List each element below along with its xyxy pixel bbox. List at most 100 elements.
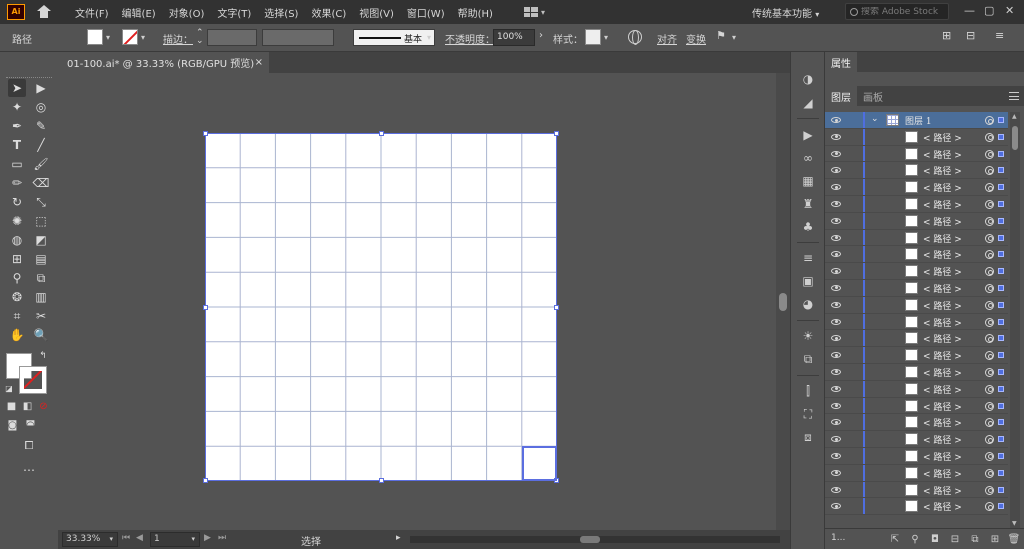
- mesh-tool-icon[interactable]: ⊞: [8, 250, 26, 268]
- resize-handle-n[interactable]: [379, 131, 384, 136]
- stroke-weight-stepper[interactable]: ⌃ ⌄: [196, 29, 204, 46]
- line-tool-icon[interactable]: ╱: [32, 136, 50, 154]
- visibility-eye-icon[interactable]: [831, 167, 841, 174]
- sublayer-name[interactable]: < 路径 >: [923, 366, 962, 379]
- sublayer-name[interactable]: < 路径 >: [923, 316, 962, 329]
- selection-indicator[interactable]: [998, 217, 1004, 224]
- horizontal-scrollbar[interactable]: [410, 536, 780, 543]
- selection-indicator[interactable]: [998, 452, 1004, 459]
- target-icon[interactable]: [985, 199, 994, 209]
- align-link[interactable]: 对齐: [657, 31, 677, 46]
- scroll-up-icon[interactable]: ▲: [1012, 113, 1017, 120]
- zoom-tool-icon[interactable]: 🔍: [32, 326, 50, 344]
- target-icon[interactable]: [985, 317, 994, 327]
- tab-layers[interactable]: 图层: [825, 86, 857, 106]
- page-field[interactable]: 1 ▾: [150, 532, 200, 547]
- sublayer-row[interactable]: < 路径 >: [825, 212, 1008, 230]
- none-mode-icon[interactable]: ⊘: [37, 400, 50, 413]
- scroll-down-icon[interactable]: ▼: [1012, 520, 1017, 527]
- opacity-label[interactable]: 不透明度：: [445, 31, 495, 46]
- sublayer-row[interactable]: < 路径 >: [825, 145, 1008, 163]
- layer-scrollbar[interactable]: ▲ ▼: [1010, 112, 1020, 528]
- visibility-eye-icon[interactable]: [831, 318, 841, 325]
- visibility-eye-icon[interactable]: [831, 352, 841, 359]
- graphic-styles-icon[interactable]: ⧉: [801, 352, 815, 366]
- menu-icon[interactable]: ≡: [995, 29, 1004, 42]
- sublayer-name[interactable]: < 路径 >: [923, 248, 962, 261]
- target-icon[interactable]: [985, 183, 994, 193]
- export-icon[interactable]: ⇱: [889, 533, 901, 545]
- target-icon[interactable]: [985, 351, 994, 361]
- sublayer-name[interactable]: < 路径 >: [923, 484, 962, 497]
- perspective-grid-tool-icon[interactable]: ◩: [32, 231, 50, 249]
- target-icon[interactable]: [985, 149, 994, 159]
- paintbrush-tool-icon[interactable]: 🖌: [32, 155, 50, 173]
- target-icon[interactable]: [985, 216, 994, 226]
- sublayer-row[interactable]: < 路径 >: [825, 481, 1008, 499]
- sublayer-name[interactable]: < 路径 >: [923, 467, 962, 480]
- sublayer-name[interactable]: < 路径 >: [923, 299, 962, 312]
- target-icon[interactable]: [985, 334, 994, 344]
- lasso-tool-icon[interactable]: ◎: [32, 98, 50, 116]
- zoom-field[interactable]: 33.33% ▾: [62, 532, 118, 547]
- direct-selection-tool-icon[interactable]: ▶: [32, 79, 50, 97]
- screen-mode-icon[interactable]: ⧠: [20, 439, 38, 453]
- target-icon[interactable]: [985, 468, 994, 478]
- sublayer-row[interactable]: < 路径 >: [825, 263, 1008, 280]
- image-trace-icon[interactable]: ▦: [801, 174, 815, 188]
- chevron-down-icon[interactable]: ⌄: [871, 114, 879, 124]
- close-tab-button[interactable]: ×: [255, 57, 263, 68]
- sublayer-name[interactable]: < 路径 >: [923, 433, 962, 446]
- chevron-down-icon[interactable]: ▾: [604, 33, 608, 42]
- first-page-icon[interactable]: ⏮: [122, 533, 130, 543]
- sublayer-row[interactable]: < 路径 >: [825, 296, 1008, 314]
- sublayer-row[interactable]: < 路径 >: [825, 414, 1008, 432]
- sublayer-row[interactable]: < 路径 >: [825, 128, 1008, 146]
- visibility-eye-icon[interactable]: [831, 436, 841, 443]
- selection-indicator[interactable]: [998, 352, 1004, 359]
- sublayer-name[interactable]: < 路径 >: [923, 164, 962, 177]
- selection-indicator[interactable]: [998, 368, 1004, 375]
- menu-item[interactable]: 对象(O): [169, 5, 205, 20]
- selection-indicator[interactable]: [998, 133, 1004, 140]
- sublayer-row[interactable]: < 路径 >: [825, 347, 1008, 364]
- resize-handle-s[interactable]: [379, 478, 384, 483]
- brush-definition[interactable]: 基本: [353, 29, 435, 46]
- sublayer-name[interactable]: < 路径 >: [923, 215, 962, 228]
- next-page-icon[interactable]: ▶: [204, 533, 211, 543]
- chevron-right-icon[interactable]: ›: [539, 30, 543, 41]
- target-icon[interactable]: [985, 451, 994, 461]
- visibility-eye-icon[interactable]: [831, 469, 841, 476]
- sublayer-row[interactable]: < 路径 >: [825, 162, 1008, 180]
- target-icon[interactable]: [985, 283, 994, 293]
- visibility-eye-icon[interactable]: [831, 368, 841, 375]
- free-transform-tool-icon[interactable]: ⬚: [32, 212, 50, 230]
- column-graph-tool-icon[interactable]: ▥: [32, 288, 50, 306]
- sublayer-row[interactable]: < 路径 >: [825, 279, 1008, 297]
- chevron-down-icon[interactable]: ▾: [541, 8, 545, 17]
- visibility-eye-icon[interactable]: [831, 234, 841, 241]
- menu-item[interactable]: 效果(C): [311, 5, 346, 20]
- new-sublayer-icon[interactable]: ⧉: [969, 533, 981, 545]
- warp-tool-icon[interactable]: ✺: [8, 212, 26, 230]
- layer-name[interactable]: 图层 1: [905, 114, 932, 127]
- scroll-thumb[interactable]: [779, 293, 787, 311]
- menu-item[interactable]: 视图(V): [359, 5, 394, 20]
- sublayer-row[interactable]: < 路径 >: [825, 498, 1008, 516]
- sublayer-name[interactable]: < 路径 >: [923, 181, 962, 194]
- target-icon[interactable]: [985, 401, 994, 411]
- align-panel-icon[interactable]: ⫿: [801, 384, 815, 398]
- selection-indicator[interactable]: [998, 402, 1004, 409]
- sublayer-name[interactable]: < 路径 >: [923, 332, 962, 345]
- sublayer-name[interactable]: < 路径 >: [923, 282, 962, 295]
- eyedropper-tool-icon[interactable]: ⚲: [8, 269, 26, 287]
- sublayer-row[interactable]: < 路径 >: [825, 380, 1008, 398]
- minimize-button[interactable]: —: [964, 4, 975, 17]
- selection-indicator[interactable]: [998, 486, 1004, 493]
- prev-page-icon[interactable]: ◀: [136, 533, 143, 543]
- visibility-eye-icon[interactable]: [831, 117, 841, 123]
- sublayer-row[interactable]: < 路径 >: [825, 464, 1008, 482]
- scroll-thumb[interactable]: [1012, 126, 1018, 150]
- pathfinder-icon[interactable]: ⧈: [801, 430, 815, 444]
- appearance-icon[interactable]: ☀: [801, 329, 815, 343]
